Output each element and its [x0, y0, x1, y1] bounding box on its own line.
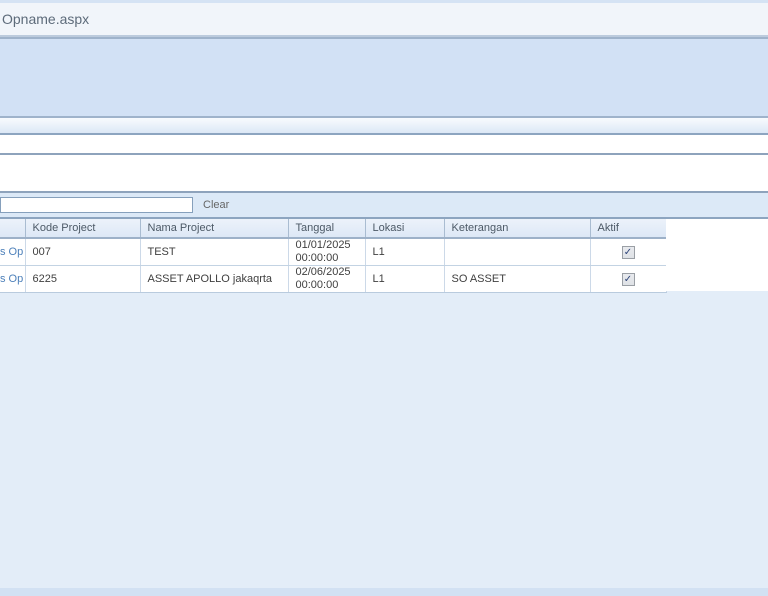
- column-header-lokasi: Lokasi: [365, 219, 445, 239]
- row-action-cell: s Op: [0, 238, 26, 266]
- row-action-cell: s Op: [0, 265, 26, 293]
- keterangan-cell: [444, 238, 591, 266]
- banner-panel: [0, 39, 768, 118]
- nama-project-cell: ASSET APOLLO jakaqrta: [140, 265, 289, 293]
- lokasi-cell: L1: [365, 265, 445, 293]
- kode-project-cell: 6225: [25, 265, 141, 293]
- checkbox-checked-icon[interactable]: ✓: [621, 245, 635, 259]
- column-header-kode-project: Kode Project: [25, 219, 141, 239]
- aktif-cell: ✓: [590, 238, 667, 266]
- table-header-row: Kode Project Nama Project Tanggal Lokasi…: [0, 219, 667, 239]
- projects-table: Kode Project Nama Project Tanggal Lokasi…: [0, 219, 667, 293]
- clear-button[interactable]: Clear: [203, 199, 229, 211]
- bottom-edge-strip: [0, 588, 768, 596]
- table-row: s Op 007 TEST 01/01/2025 00:00:00 L1 ✓: [0, 238, 667, 266]
- content-band-upper: [0, 135, 768, 155]
- column-header-action: [0, 219, 26, 239]
- search-input[interactable]: [0, 197, 193, 213]
- tanggal-date: 01/01/2025: [295, 239, 351, 251]
- nama-project-cell: TEST: [140, 238, 289, 266]
- keterangan-cell: SO ASSET: [444, 265, 591, 293]
- tanggal-cell: 01/01/2025 00:00:00: [288, 238, 366, 266]
- projects-table-zone: Kode Project Nama Project Tanggal Lokasi…: [0, 219, 768, 293]
- lokasi-cell: L1: [365, 238, 445, 266]
- tanggal-date: 02/06/2025: [295, 266, 351, 278]
- menu-toolbar-band: [0, 118, 768, 135]
- tanggal-cell: 02/06/2025 00:00:00: [288, 265, 366, 293]
- browser-tab-bar: Opname.aspx: [0, 3, 768, 37]
- aktif-cell: ✓: [590, 265, 667, 293]
- tanggal-time: 00:00:00: [295, 279, 339, 291]
- table-row: s Op 6225 ASSET APOLLO jakaqrta 02/06/20…: [0, 265, 667, 293]
- row-action-link[interactable]: s Op: [0, 273, 23, 285]
- row-action-link[interactable]: s Op: [0, 246, 23, 258]
- search-bar: Clear: [0, 193, 768, 219]
- column-header-nama-project: Nama Project: [140, 219, 289, 239]
- column-header-aktif: Aktif: [590, 219, 667, 239]
- checkbox-checked-icon[interactable]: ✓: [621, 272, 635, 286]
- column-header-keterangan: Keterangan: [444, 219, 591, 239]
- column-header-tanggal: Tanggal: [288, 219, 366, 239]
- kode-project-cell: 007: [25, 238, 141, 266]
- tab-title[interactable]: Opname.aspx: [0, 11, 89, 27]
- tanggal-time: 00:00:00: [295, 252, 339, 264]
- table-right-filler: [666, 219, 768, 291]
- page-background: [0, 307, 768, 588]
- content-band-lower: [0, 155, 768, 193]
